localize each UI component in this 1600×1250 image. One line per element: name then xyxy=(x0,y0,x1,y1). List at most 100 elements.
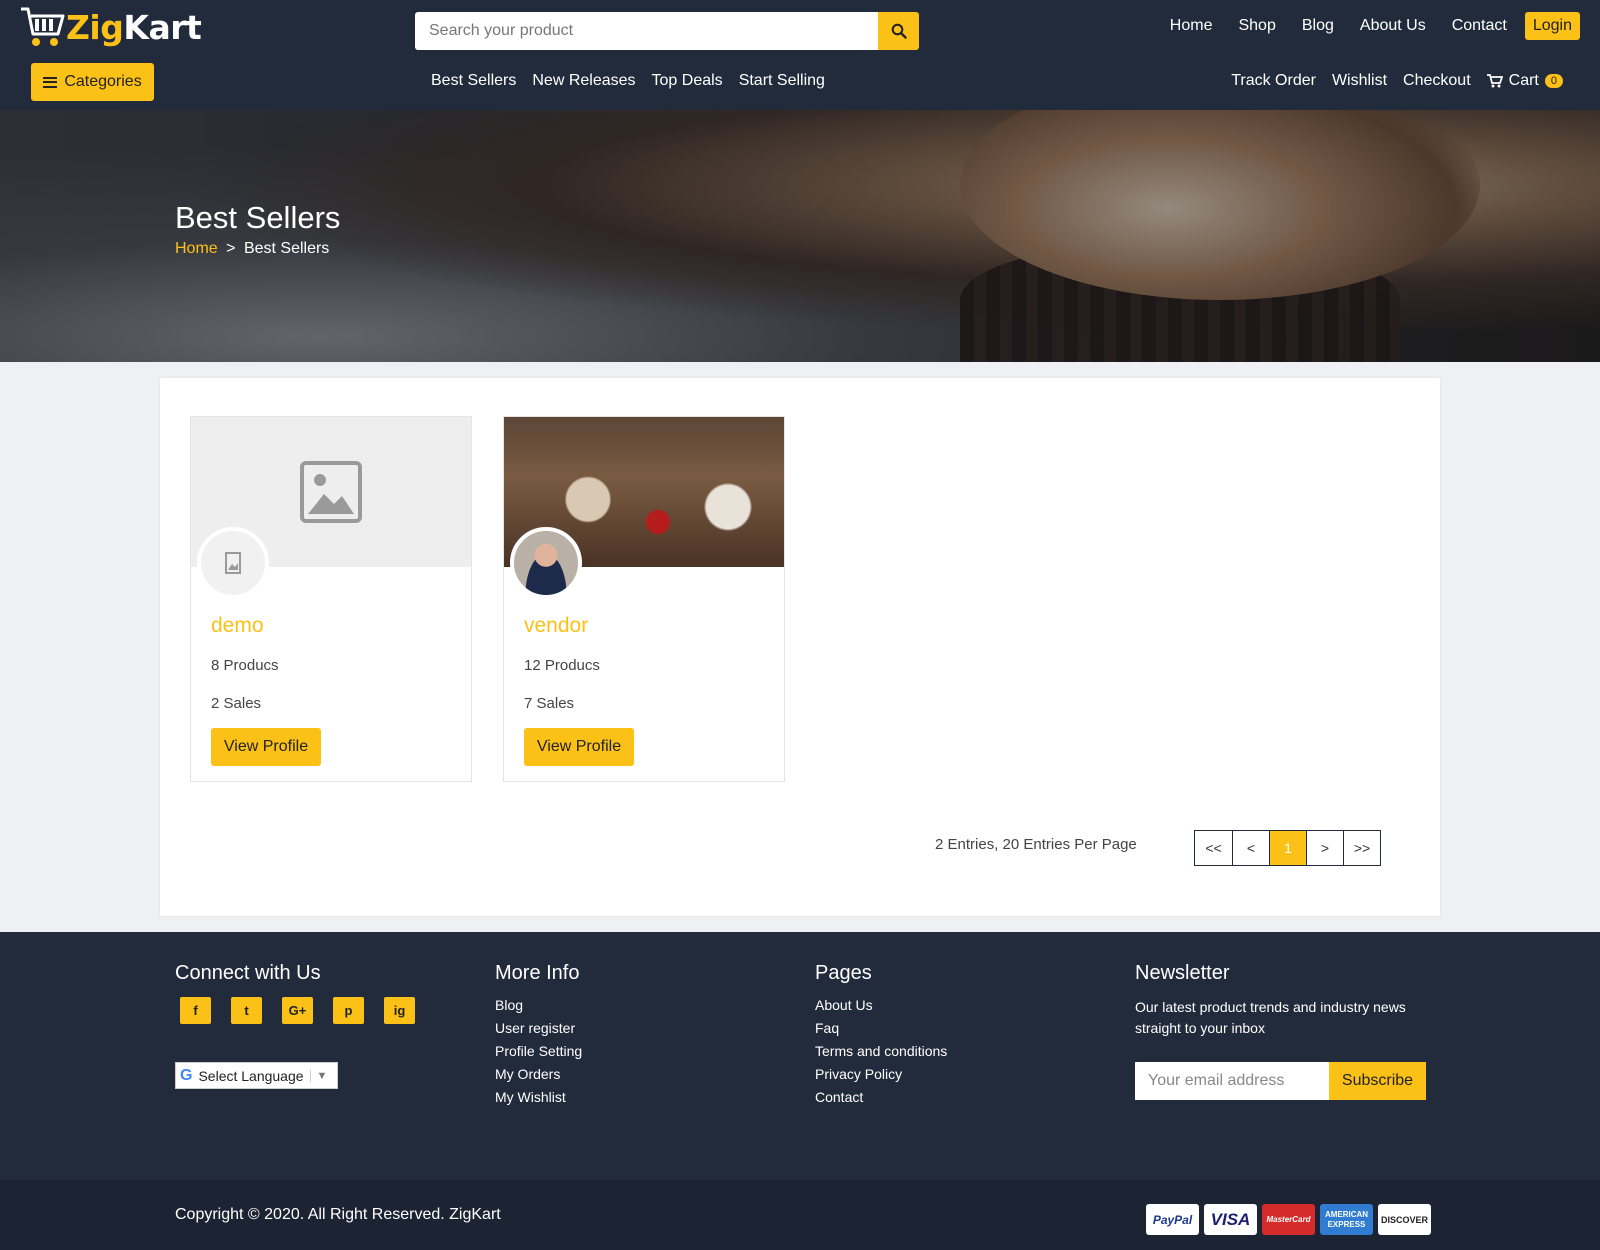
footer-link-my-orders[interactable]: My Orders xyxy=(495,1066,582,1082)
breadcrumb-home[interactable]: Home xyxy=(175,240,218,257)
footer-bottom-bar: Copyright © 2020. All Right Reserved. Zi… xyxy=(0,1180,1600,1250)
footer-pages-title: Pages xyxy=(815,962,872,984)
nav-home[interactable]: Home xyxy=(1170,17,1213,35)
hero-overlay xyxy=(0,110,1600,362)
seller-name[interactable]: demo xyxy=(211,614,264,638)
footer-newsletter: Newsletter Our latest product trends and… xyxy=(1135,962,1425,1039)
language-select[interactable]: G Select Language ▼ xyxy=(175,1062,338,1089)
page-next-button[interactable]: > xyxy=(1306,831,1343,865)
categories-label: Categories xyxy=(64,73,142,90)
footer-link-user-register[interactable]: User register xyxy=(495,1020,582,1036)
site-header: ZigKart Home Shop Blog About Us Contact … xyxy=(0,0,1600,110)
logo[interactable]: ZigKart xyxy=(18,4,202,50)
top-nav: Home Shop Blog About Us Contact Login xyxy=(1144,12,1580,40)
cart-icon xyxy=(1486,74,1503,88)
newsletter-form: Subscribe xyxy=(1135,1062,1426,1100)
view-profile-button[interactable]: View Profile xyxy=(211,728,321,766)
nav-wishlist[interactable]: Wishlist xyxy=(1332,72,1387,90)
breadcrumb: Home > Best Sellers xyxy=(175,240,329,258)
footer-link-faq[interactable]: Faq xyxy=(815,1020,947,1036)
amex-icon: AMERICAN EXPRESS xyxy=(1320,1204,1373,1235)
search-input[interactable] xyxy=(415,12,878,50)
sellers-panel: demo 8 Producs 2 Sales View Profile vend… xyxy=(160,378,1440,916)
page-first-button[interactable]: << xyxy=(1195,831,1232,865)
pagination: << < 1 > >> xyxy=(1194,830,1381,866)
search-button[interactable] xyxy=(878,12,919,50)
footer-link-blog[interactable]: Blog xyxy=(495,997,582,1013)
footer-connect: Connect with Us f t G+ p ig xyxy=(175,962,430,1024)
nav-new-releases[interactable]: New Releases xyxy=(532,72,635,90)
seller-card: demo 8 Producs 2 Sales View Profile xyxy=(190,416,472,782)
cart-label: Cart xyxy=(1508,72,1539,89)
footer-newsletter-title: Newsletter xyxy=(1135,962,1230,984)
seller-card: vendor 12 Producs 7 Sales View Profile xyxy=(503,416,785,782)
page-title: Best Sellers xyxy=(175,200,341,235)
page-prev-button[interactable]: < xyxy=(1232,831,1269,865)
pinterest-icon[interactable]: p xyxy=(333,997,364,1024)
logo-text-zig: Zig xyxy=(66,7,124,47)
newsletter-description: Our latest product trends and industry n… xyxy=(1135,999,1406,1036)
breadcrumb-separator: > xyxy=(226,240,236,257)
breadcrumb-current: Best Sellers xyxy=(243,240,330,257)
instagram-icon[interactable]: ig xyxy=(384,997,415,1024)
nav-start-selling[interactable]: Start Selling xyxy=(739,72,825,90)
seller-products-count: 8 Producs xyxy=(211,657,279,674)
google-icon: G xyxy=(180,1066,193,1084)
footer-link-my-wishlist[interactable]: My Wishlist xyxy=(495,1089,582,1105)
logo-text: ZigKart xyxy=(66,7,202,47)
nav-checkout[interactable]: Checkout xyxy=(1403,72,1471,90)
nav-about-us[interactable]: About Us xyxy=(1360,17,1426,35)
page-last-button[interactable]: >> xyxy=(1343,831,1380,865)
avatar-placeholder-icon xyxy=(225,552,241,574)
seller-products-count: 12 Producs xyxy=(524,657,600,674)
payment-methods: PayPal VISA MasterCard AMERICAN EXPRESS … xyxy=(1141,1204,1431,1235)
view-profile-button[interactable]: View Profile xyxy=(524,728,634,766)
footer-more-info: More Info Blog User register Profile Set… xyxy=(495,962,582,1112)
footer-pages: Pages About Us Faq Terms and conditions … xyxy=(815,962,947,1112)
nav-shop[interactable]: Shop xyxy=(1238,17,1275,35)
visa-icon: VISA xyxy=(1204,1204,1257,1235)
facebook-icon[interactable]: f xyxy=(180,997,211,1024)
newsletter-email-input[interactable] xyxy=(1135,1062,1329,1100)
logo-text-kart: Kart xyxy=(123,7,202,47)
nav-cart[interactable]: Cart 0 xyxy=(1486,72,1563,90)
subscribe-button[interactable]: Subscribe xyxy=(1329,1062,1426,1100)
nav-best-sellers[interactable]: Best Sellers xyxy=(431,72,516,90)
categories-button[interactable]: Categories xyxy=(31,63,154,101)
image-placeholder-icon xyxy=(300,461,362,523)
dropdown-arrow-icon: ▼ xyxy=(309,1069,327,1082)
footer-link-terms[interactable]: Terms and conditions xyxy=(815,1043,947,1059)
paypal-icon: PayPal xyxy=(1146,1204,1199,1235)
seller-name[interactable]: vendor xyxy=(524,614,588,638)
copyright-text: Copyright © 2020. All Right Reserved. Zi… xyxy=(175,1206,501,1223)
seller-avatar[interactable] xyxy=(197,527,269,599)
search-bar xyxy=(415,12,919,50)
google-plus-icon[interactable]: G+ xyxy=(282,997,313,1024)
seller-sales-count: 2 Sales xyxy=(211,695,262,712)
login-button[interactable]: Login xyxy=(1524,12,1580,40)
nav-track-order[interactable]: Track Order xyxy=(1231,72,1316,90)
account-nav: Track Order Wishlist Checkout Cart 0 xyxy=(1215,72,1563,90)
cart-logo-icon xyxy=(21,7,65,46)
nav-blog[interactable]: Blog xyxy=(1302,17,1334,35)
nav-top-deals[interactable]: Top Deals xyxy=(652,72,723,90)
sub-nav: Best Sellers New Releases Top Deals Star… xyxy=(431,72,841,90)
social-links: f t G+ p ig xyxy=(175,997,430,1024)
discover-icon: DISCOVER xyxy=(1378,1204,1431,1235)
footer-link-about-us[interactable]: About Us xyxy=(815,997,947,1013)
footer-link-profile-setting[interactable]: Profile Setting xyxy=(495,1043,582,1059)
footer-link-contact[interactable]: Contact xyxy=(815,1089,947,1105)
seller-sales-count: 7 Sales xyxy=(524,695,575,712)
language-select-label: Select Language xyxy=(198,1067,304,1084)
seller-avatar[interactable] xyxy=(510,527,582,599)
nav-contact[interactable]: Contact xyxy=(1452,17,1507,35)
footer-link-privacy[interactable]: Privacy Policy xyxy=(815,1066,947,1082)
hero-banner: Best Sellers Home > Best Sellers xyxy=(0,110,1600,362)
menu-icon xyxy=(43,74,58,90)
page-current-button[interactable]: 1 xyxy=(1269,831,1306,865)
footer-connect-title: Connect with Us xyxy=(175,962,321,984)
footer-more-title: More Info xyxy=(495,962,580,984)
twitter-icon[interactable]: t xyxy=(231,997,262,1024)
search-icon xyxy=(891,23,907,39)
entries-summary: 2 Entries, 20 Entries Per Page xyxy=(935,836,1137,853)
